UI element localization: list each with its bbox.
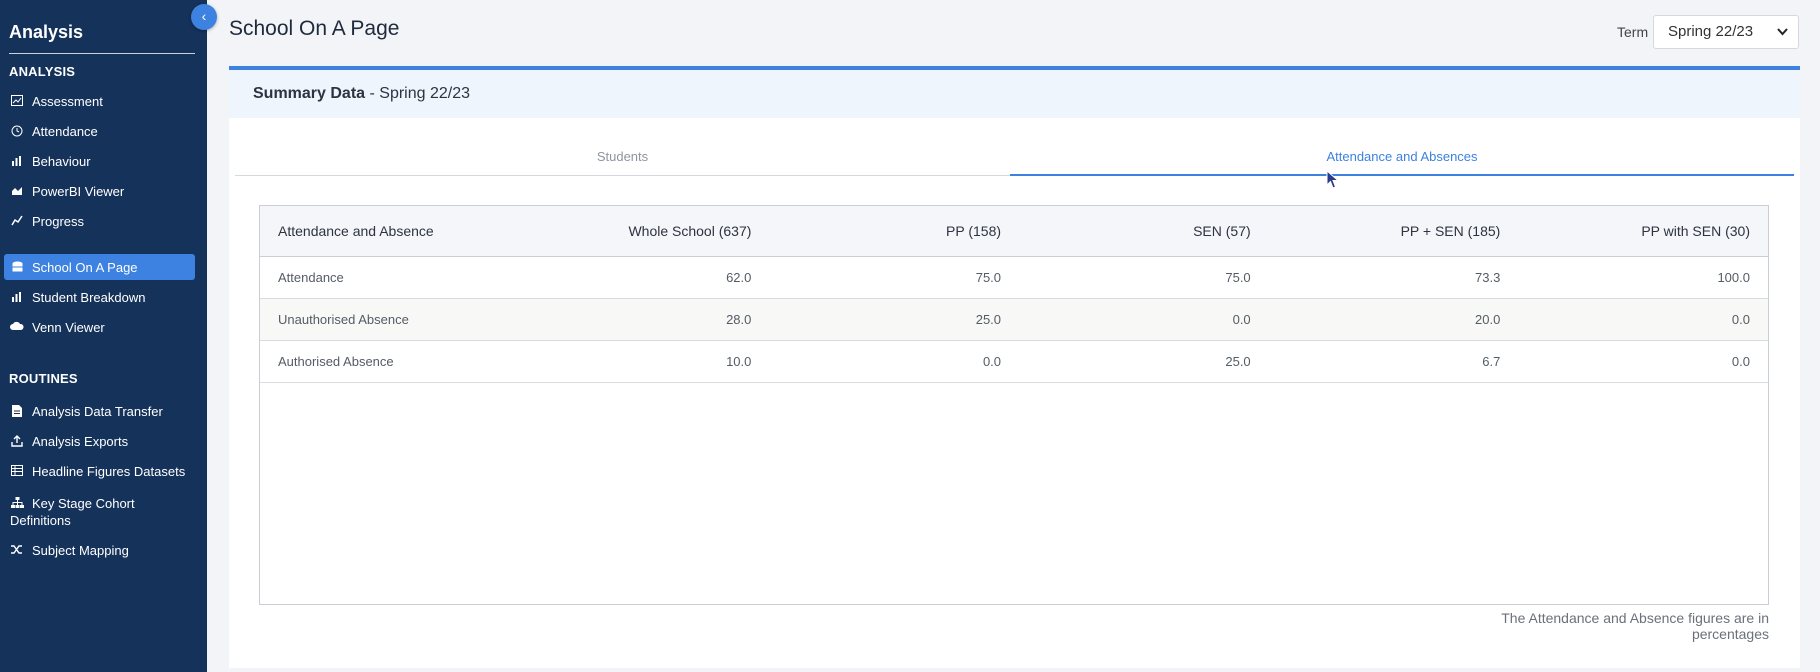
percentage-note: The Attendance and Absence figures are i…: [1501, 610, 1769, 642]
chevron-left-icon: ‹: [201, 8, 207, 24]
sidebar-item-label: Attendance: [32, 123, 98, 139]
sidebar-item-behaviour[interactable]: Behaviour: [4, 148, 195, 174]
table-cell: 0.0: [769, 340, 1020, 383]
column-header[interactable]: PP (158): [769, 206, 1020, 257]
cloud-icon: [10, 321, 24, 333]
sidebar-item-key-stage-cohort-definitions[interactable]: Key Stage Cohort Definitions: [4, 494, 154, 530]
table-header-row: Attendance and Absence Whole School (637…: [260, 206, 1768, 257]
row-label: Attendance: [260, 256, 520, 299]
sidebar-item-label: Analysis Data Transfer: [32, 403, 163, 419]
sidebar-item-label: Student Breakdown: [32, 289, 146, 305]
tab-students[interactable]: Students: [235, 146, 1010, 176]
table-cell: 0.0: [1019, 298, 1269, 341]
table-cell: 100.0: [1518, 256, 1768, 299]
upload-icon: [10, 435, 24, 447]
sidebar-item-assessment[interactable]: Assessment: [4, 88, 195, 114]
table-row: Authorised Absence 10.0 0.0 25.0 6.7 0.0: [260, 340, 1768, 383]
tab-bar: Students Attendance and Absences: [235, 146, 1794, 176]
clock-icon: [10, 125, 24, 137]
bar-chart-icon: [10, 291, 24, 303]
table-cell: 6.7: [1268, 340, 1519, 383]
sitemap-icon: [10, 497, 24, 509]
column-header[interactable]: Attendance and Absence: [260, 206, 520, 257]
sidebar-item-label: Venn Viewer: [32, 319, 105, 335]
sidebar-title: Analysis: [9, 22, 84, 42]
column-header[interactable]: Whole School (637): [519, 206, 770, 257]
area-chart-icon: [10, 185, 24, 197]
column-header[interactable]: SEN (57): [1019, 206, 1269, 257]
sidebar-item-label: Headline Figures Datasets: [32, 463, 186, 479]
chart-icon: [10, 95, 24, 107]
sidebar: Analysis ANALYSIS Assessment Attendance …: [0, 0, 207, 672]
sidebar-item-analysis-data-transfer[interactable]: Analysis Data Transfer: [4, 398, 195, 424]
column-header[interactable]: PP with SEN (30): [1518, 206, 1768, 257]
table-cell: 75.0: [1019, 256, 1269, 299]
table-cell: 28.0: [519, 298, 770, 341]
section-heading-routines: ROUTINES: [9, 371, 78, 386]
sidebar-item-label: PowerBI Viewer: [32, 183, 125, 199]
table-cell: 62.0: [519, 256, 770, 299]
shuffle-icon: [10, 544, 24, 556]
sidebar-divider: [9, 53, 195, 54]
sidebar-item-label: Subject Mapping: [32, 542, 129, 558]
card-heading-bold: Summary Data: [253, 85, 366, 102]
table-cell: 25.0: [769, 298, 1020, 341]
sidebar-item-venn-viewer[interactable]: Venn Viewer: [4, 314, 195, 340]
mouse-cursor-icon: [1326, 170, 1340, 189]
file-icon: [10, 405, 24, 417]
table-row: Unauthorised Absence 28.0 25.0 0.0 20.0 …: [260, 298, 1768, 341]
table-cell: 0.0: [1518, 298, 1768, 341]
term-label: Term: [1617, 24, 1649, 40]
term-select-value: Spring 22/23: [1668, 23, 1754, 40]
row-label: Authorised Absence: [260, 340, 520, 383]
table-cell: 25.0: [1019, 340, 1269, 383]
sidebar-item-label: Analysis Exports: [32, 433, 129, 449]
database-icon: [10, 261, 24, 273]
section-heading-analysis: ANALYSIS: [9, 64, 76, 79]
term-select[interactable]: Spring 22/23: [1653, 15, 1799, 49]
table-cell: 75.0: [769, 256, 1020, 299]
table-row: Attendance 62.0 75.0 75.0 73.3 100.0: [260, 256, 1768, 299]
line-chart-icon: [10, 215, 24, 227]
sidebar-item-label: Progress: [32, 213, 85, 229]
sidebar-item-attendance[interactable]: Attendance: [4, 118, 195, 144]
bar-chart-icon: [10, 155, 24, 167]
sidebar-item-headline-figures-datasets[interactable]: Headline Figures Datasets: [4, 458, 195, 484]
sidebar-collapse-button[interactable]: ‹: [191, 4, 217, 30]
tab-attendance-and-absences[interactable]: Attendance and Absences: [1010, 146, 1794, 176]
sidebar-item-subject-mapping[interactable]: Subject Mapping: [4, 537, 195, 563]
table-cell: 20.0: [1268, 298, 1519, 341]
sidebar-item-label: Key Stage Cohort Definitions: [10, 496, 135, 528]
chevron-down-icon: [1777, 16, 1788, 60]
sidebar-item-progress[interactable]: Progress: [4, 208, 195, 234]
sidebar-item-label: Assessment: [32, 93, 103, 109]
table-cell: 73.3: [1268, 256, 1519, 299]
sidebar-item-analysis-exports[interactable]: Analysis Exports: [4, 428, 195, 454]
row-label: Unauthorised Absence: [260, 298, 520, 341]
table-cell: 10.0: [519, 340, 770, 383]
summary-card: Summary Data - Spring 22/23 Students Att…: [229, 66, 1800, 668]
sidebar-item-label: Behaviour: [32, 153, 91, 169]
sidebar-item-school-on-a-page[interactable]: School On A Page: [4, 254, 195, 280]
card-header: Summary Data - Spring 22/23: [229, 70, 1800, 118]
page-title: School On A Page: [229, 17, 400, 40]
table-icon: [10, 465, 24, 477]
table-cell: 0.0: [1518, 340, 1768, 383]
attendance-table: Attendance and Absence Whole School (637…: [259, 205, 1769, 605]
sidebar-item-powerbi-viewer[interactable]: PowerBI Viewer: [4, 178, 195, 204]
card-heading-term: - Spring 22/23: [365, 85, 470, 102]
column-header[interactable]: PP + SEN (185): [1268, 206, 1519, 257]
sidebar-item-student-breakdown[interactable]: Student Breakdown: [4, 284, 195, 310]
sidebar-item-label: School On A Page: [32, 259, 138, 275]
